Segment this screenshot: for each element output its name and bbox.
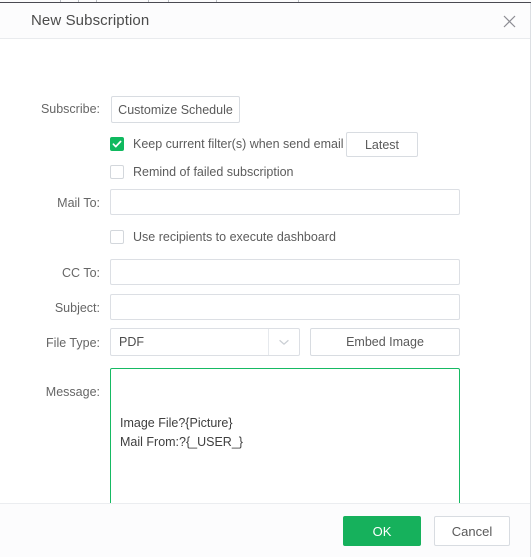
message-label: Message: (45, 385, 100, 399)
remind-failed-subscription-checkbox-row[interactable]: Remind of failed subscription (110, 165, 294, 179)
message-textarea[interactable] (110, 368, 460, 515)
subject-input[interactable] (110, 294, 460, 320)
cancel-button[interactable]: Cancel (434, 516, 510, 546)
use-recipients-label: Use recipients to execute dashboard (133, 230, 336, 244)
ok-button[interactable]: OK (343, 516, 421, 546)
file-type-label: File Type: (46, 336, 100, 350)
dialog-body: Subscribe: Customize Schedule Keep curre… (0, 39, 530, 515)
subject-label: Subject: (54, 301, 100, 315)
toolbar-tick (60, 0, 61, 2)
file-type-selected-value: PDF (119, 335, 144, 349)
cc-to-label: CC To: (62, 266, 100, 280)
toolbar-tick (96, 0, 97, 2)
customize-schedule-button[interactable]: Customize Schedule (111, 96, 240, 123)
mail-to-label: Mail To: (57, 196, 100, 210)
toolbar-tick (78, 0, 79, 2)
checkbox-unchecked-icon[interactable] (110, 165, 124, 179)
toolbar-tick (298, 0, 299, 2)
checkbox-checked-icon[interactable] (110, 137, 124, 151)
subscribe-label: Subscribe: (40, 102, 100, 116)
file-type-select[interactable]: PDF (110, 328, 300, 356)
dialog-header: New Subscription (0, 3, 530, 39)
toolbar-tick (168, 0, 169, 2)
close-icon[interactable] (498, 10, 520, 32)
use-recipients-checkbox-row[interactable]: Use recipients to execute dashboard (110, 230, 336, 244)
keep-current-filters-label: Keep current filter(s) when send email (133, 137, 344, 151)
toolbar-tick (148, 0, 149, 2)
embed-image-button[interactable]: Embed Image (310, 328, 460, 356)
latest-button[interactable]: Latest (346, 132, 418, 157)
cc-to-input[interactable] (110, 259, 460, 285)
new-subscription-dialog: New Subscription Subscribe: Customize Sc… (0, 3, 531, 557)
checkbox-unchecked-icon[interactable] (110, 230, 124, 244)
mail-to-input[interactable] (110, 189, 460, 215)
toolbar-tick (216, 0, 217, 2)
dialog-footer: OK Cancel (0, 503, 530, 557)
dialog-title: New Subscription (31, 12, 150, 29)
keep-current-filters-checkbox-row[interactable]: Keep current filter(s) when send email (110, 137, 344, 151)
chevron-down-icon[interactable] (268, 329, 299, 355)
remind-failed-subscription-label: Remind of failed subscription (133, 165, 294, 179)
